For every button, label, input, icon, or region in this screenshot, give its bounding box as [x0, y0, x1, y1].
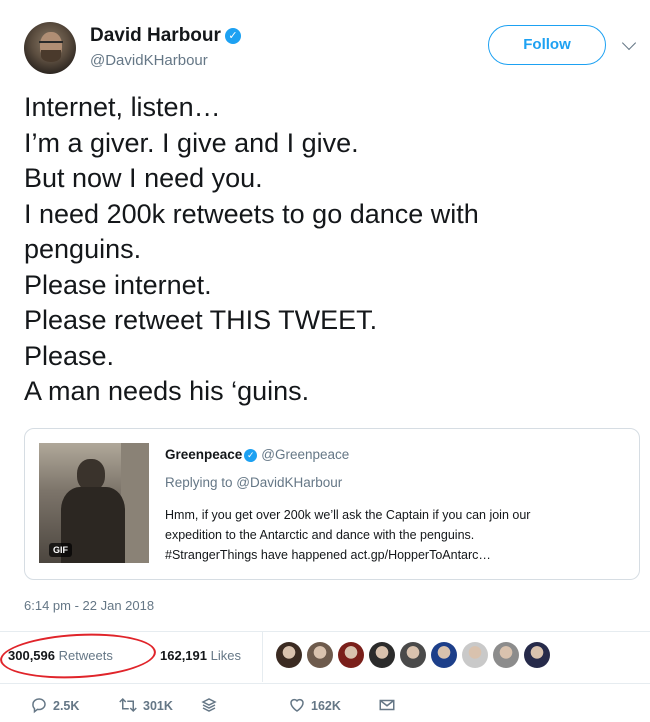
liker-avatar[interactable] — [338, 642, 364, 668]
retweet-count: 301K — [143, 699, 173, 713]
quoted-author-handle[interactable]: @Greenpeace — [261, 447, 349, 462]
tweet-text: Internet, listen… I’m a giver. I give and… — [24, 90, 624, 410]
chevron-down-icon[interactable] — [621, 35, 637, 51]
liker-avatar[interactable] — [524, 642, 550, 668]
retweets-label: Retweets — [58, 648, 113, 663]
quoted-tweet-line: expedition to the Antarctic and dance wi… — [165, 528, 475, 542]
layers-icon — [201, 698, 217, 712]
tweet-text-line: Please retweet THIS TWEET. — [24, 305, 378, 335]
gif-door-shape — [121, 443, 149, 563]
reply-count: 2.5K — [53, 699, 80, 713]
liker-avatar[interactable] — [400, 642, 426, 668]
stats-separator — [262, 632, 263, 682]
quoted-tweet-body: Hmm, if you get over 200k we’ll ask the … — [165, 505, 635, 565]
quoted-tweet-line: #StrangerThings have happened act.gp/Hop… — [165, 548, 491, 562]
reply-icon — [32, 698, 46, 714]
tweet-text-line: I’m a giver. I give and I give. — [24, 127, 359, 158]
gif-badge: GIF — [49, 543, 72, 557]
tweet-text-line: penguins. — [24, 234, 142, 264]
liker-avatar[interactable] — [462, 642, 488, 668]
replying-to[interactable]: Replying to @DavidKHarbour — [165, 475, 342, 490]
tweet-text-line: Please internet. — [24, 269, 212, 300]
retweet-action[interactable]: 301K — [118, 696, 173, 714]
tweet-actions: 2.5K 301K 162K — [0, 690, 650, 722]
likes-count: 162,191 — [160, 648, 207, 663]
tweet-header: David Harbour ✓ @DavidKHarbour Follow — [24, 18, 644, 78]
avatar-beard — [41, 50, 61, 62]
liker-avatar[interactable] — [431, 642, 457, 668]
author-avatar[interactable] — [24, 22, 76, 74]
tweet-text-line: Please. — [24, 340, 115, 371]
liker-avatar[interactable] — [276, 642, 302, 668]
like-action[interactable]: 162K — [288, 696, 341, 714]
quoted-tweet-line: Hmm, if you get over 200k we’ll ask the … — [165, 508, 531, 522]
heart-icon — [290, 698, 304, 712]
quoted-author-name[interactable]: Greenpeace — [165, 447, 242, 462]
envelope-icon — [379, 699, 395, 711]
liker-avatar[interactable] — [493, 642, 519, 668]
tweet-timestamp[interactable]: 6:14 pm - 22 Jan 2018 — [24, 598, 154, 613]
stats-divider-bottom — [0, 683, 650, 684]
author-handle[interactable]: @DavidKHarbour — [90, 52, 208, 69]
quoted-tweet-gif[interactable]: GIF — [39, 443, 149, 563]
like-count: 162K — [311, 699, 341, 713]
reply-action[interactable]: 2.5K — [30, 696, 79, 714]
verified-badge-icon: ✓ — [224, 28, 241, 44]
retweet-icon — [119, 697, 137, 713]
verified-badge-icon: ✓ — [244, 449, 258, 462]
message-action[interactable] — [378, 696, 401, 714]
likes-label: Likes — [210, 648, 241, 663]
liker-avatar[interactable] — [307, 642, 333, 668]
avatar-glasses — [39, 41, 63, 47]
quoted-tweet[interactable]: GIF Greenpeace ✓ @Greenpeace Replying to @… — [24, 428, 640, 580]
retweets-stat[interactable]: 300,596 Retweets — [8, 648, 113, 663]
author-name[interactable]: David Harbour ✓ — [90, 25, 241, 47]
tweet-text-line: But now I need you. — [24, 163, 263, 193]
tweet-text-line: Internet, listen… — [24, 92, 221, 122]
moments-action[interactable] — [200, 696, 223, 714]
author-name-text[interactable]: David Harbour — [90, 25, 221, 46]
liker-avatar[interactable] — [369, 642, 395, 668]
follow-button[interactable]: Follow — [488, 25, 606, 65]
tweet-stats: 300,596 Retweets 162,191 Likes — [0, 629, 650, 683]
quoted-author[interactable]: Greenpeace ✓ @Greenpeace — [165, 447, 349, 462]
likes-stat[interactable]: 162,191 Likes — [160, 648, 241, 663]
retweets-count: 300,596 — [8, 648, 55, 663]
tweet-text-line: I need 200k retweets to go dance with — [24, 198, 479, 229]
tweet-text-line: A man needs his ‘guins. — [24, 376, 310, 406]
